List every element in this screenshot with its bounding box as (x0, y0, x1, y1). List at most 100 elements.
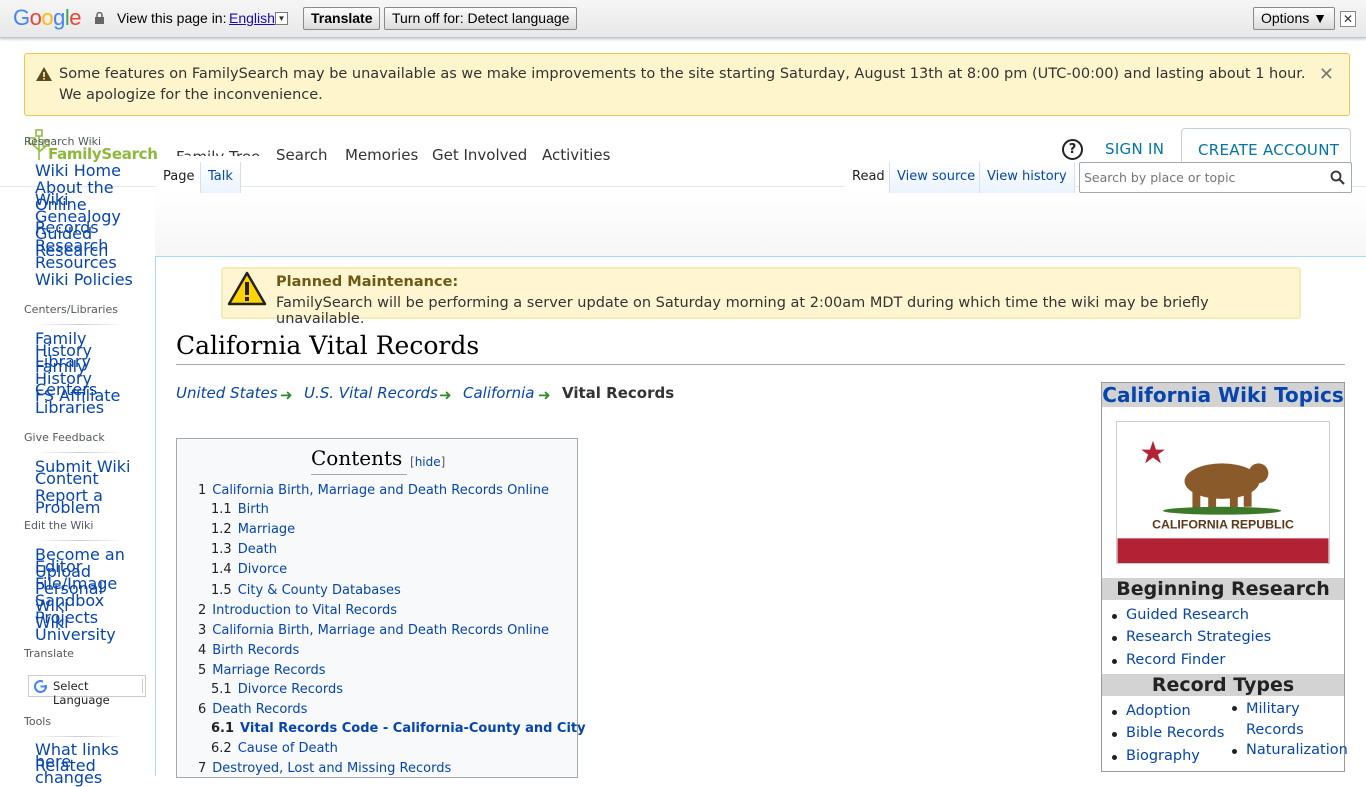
toc-item-label: Birth Records (212, 643, 300, 658)
infobox-link-adoption[interactable]: Adoption (1126, 703, 1191, 719)
sidebar-item-research-resources[interactable]: Research Resources (35, 243, 135, 271)
infobox-link-naturalization[interactable]: Naturalization (1246, 742, 1348, 758)
toc-item[interactable]: 7 Destroyed, Lost and Missing Records (198, 761, 451, 776)
sidebar-item-university[interactable]: Wiki University (35, 615, 135, 643)
toc-item[interactable]: 1.5 City & County Databases (211, 583, 401, 598)
beginning-research-heading: Beginning Research (1102, 578, 1344, 600)
toc-item-label: City & County Databases (237, 583, 401, 598)
divider (142, 679, 143, 693)
toc-item-number: 6 (198, 702, 207, 717)
toc-hide-link[interactable]: hide (415, 455, 441, 469)
infobox-link-military-records[interactable]: Military Records (1246, 699, 1326, 741)
toc-item-number: 1.3 (211, 542, 232, 557)
infobox-link-biography[interactable]: Biography (1126, 748, 1200, 764)
planned-title: Planned Maintenance: (276, 274, 459, 290)
sidebar-heading-feedback: Give Feedback (24, 431, 105, 444)
nav-get-involved[interactable]: Get Involved (432, 146, 527, 164)
toc-item[interactable]: 4 Birth Records (198, 643, 299, 658)
toc-item-number: 1 (198, 483, 207, 498)
tab-read[interactable]: Read (845, 162, 892, 193)
tab-view-source[interactable]: View source (889, 162, 984, 193)
select-language-label: Select Language (53, 679, 110, 707)
infobox-link-research-strategies[interactable]: Research Strategies (1126, 629, 1271, 645)
toc-item[interactable]: 2 Introduction to Vital Records (198, 603, 397, 618)
sidebar-heading-translate: Translate (24, 647, 74, 660)
wiki-search[interactable] (1079, 162, 1352, 193)
language-select[interactable]: English (229, 10, 275, 26)
california-flag-image: CALIFORNIA REPUBLIC (1116, 421, 1330, 564)
toc-item[interactable]: 1.4 Divorce (211, 562, 287, 577)
warning-icon (36, 67, 52, 81)
toc-item[interactable]: 3 California Birth, Marriage and Death Re… (198, 623, 549, 638)
toc-item-label: Introduction to Vital Records (212, 603, 398, 618)
nav-search[interactable]: Search (276, 146, 328, 164)
sidebar-item-wiki-policies[interactable]: Wiki Policies (35, 272, 135, 287)
toc-item[interactable]: 1.2 Marriage (211, 522, 295, 537)
language-dropdown-icon[interactable]: ▼ (275, 12, 288, 25)
toc-item-label: Divorce (237, 562, 288, 577)
alert-close-icon[interactable]: ✕ (1319, 64, 1334, 85)
bullet (1112, 755, 1117, 760)
toc-item[interactable]: 5 Marriage Records (198, 663, 326, 678)
california-wiki-topics-infobox: California Wiki Topics CALIFORNIA REPUBL… (1101, 382, 1348, 772)
infobox-title[interactable]: California Wiki Topics (1102, 383, 1344, 407)
toc-item-number: 2 (198, 603, 207, 618)
sidebar-item-related-changes[interactable]: Related changes (35, 758, 135, 786)
tab-page[interactable]: Page (156, 162, 202, 193)
toc-item[interactable]: 1.1 Birth (211, 502, 269, 517)
toc-item[interactable]: 5.1 Divorce Records (211, 682, 343, 697)
toc-item-label: Birth (237, 502, 269, 517)
table-of-contents: Contents [hide] 1 California Birth, Marri… (176, 438, 586, 778)
create-account-link[interactable]: CREATE ACCOUNT (1181, 128, 1351, 164)
record-types-heading: Record Types (1102, 674, 1344, 696)
toc-item[interactable]: 6.1 Vital Records Code - California-Count… (211, 721, 586, 736)
sidebar-divider (34, 324, 126, 325)
toc-title-underline (311, 474, 407, 475)
toc-item[interactable]: 1 California Birth, Marriage and Death Re… (198, 483, 549, 498)
search-input[interactable] (1082, 165, 1322, 189)
arrow-right-icon: ➜ (439, 386, 452, 404)
options-button[interactable]: Options ▼ (1253, 7, 1335, 30)
sign-in-link[interactable]: SIGN IN (1105, 140, 1164, 158)
select-language-dropdown[interactable]: Select Language (28, 675, 146, 707)
toc-item[interactable]: 6 Death Records (198, 702, 307, 717)
nav-memories[interactable]: Memories (345, 146, 418, 164)
breadcrumb-united-states[interactable]: United States (176, 384, 278, 402)
toc-item-label: Divorce Records (237, 682, 343, 697)
sidebar-item-wiki-home[interactable]: Wiki Home (35, 163, 135, 178)
toc-item-label: Destroyed, Lost and Missing Records (212, 761, 452, 776)
help-icon[interactable]: ? (1062, 139, 1083, 160)
google-translate-bar: Google View this page in: English ▼ Tran… (0, 0, 1366, 38)
arrow-right-icon: ➜ (280, 386, 293, 404)
translate-button[interactable]: Translate (303, 7, 381, 30)
close-icon[interactable]: ✕ (1340, 11, 1356, 27)
warning-icon (227, 271, 267, 306)
search-icon[interactable] (1330, 170, 1345, 185)
toc-item-label: California Birth, Marriage and Death Rec… (212, 623, 550, 638)
nav-activities[interactable]: Activities (542, 146, 610, 164)
breadcrumb-california[interactable]: California (463, 384, 535, 402)
toc-item-number: 3 (198, 623, 207, 638)
tab-view-history[interactable]: View history (979, 162, 1075, 193)
infobox-link-bible-records[interactable]: Bible Records (1126, 725, 1224, 741)
tab-talk[interactable]: Talk (200, 162, 241, 193)
toc-item-number: 7 (198, 761, 207, 776)
turn-off-button[interactable]: Turn off for: Detect language (384, 7, 578, 30)
sidebar-item-report-problem[interactable]: Report a Problem (35, 488, 135, 516)
header-background (155, 187, 1366, 257)
infobox-link-record-finder[interactable]: Record Finder (1126, 652, 1225, 668)
sidebar-divider (34, 736, 126, 737)
toc-item-label: Cause of Death (237, 741, 338, 756)
sidebar-heading-edit: Edit the Wiki (24, 519, 94, 532)
breadcrumb-us-vital-records[interactable]: U.S. Vital Records (304, 384, 438, 402)
sidebar-item-submit-content[interactable]: Submit Wiki Content (35, 459, 135, 487)
breadcrumb-current: Vital Records (562, 384, 675, 402)
google-g-icon (34, 680, 47, 693)
planned-maintenance-notice: Planned Maintenance: FamilySearch will b… (221, 267, 1301, 327)
toc-item[interactable]: 1.3 Death (211, 542, 277, 557)
page-title: California Vital Records (176, 331, 480, 360)
toc-item[interactable]: 6.2 Cause of Death (211, 741, 338, 756)
toc-item-label: Death Records (212, 702, 308, 717)
infobox-link-guided-research[interactable]: Guided Research (1126, 607, 1249, 623)
sidebar-item-affiliate[interactable]: FS Affiliate Libraries (35, 388, 135, 416)
